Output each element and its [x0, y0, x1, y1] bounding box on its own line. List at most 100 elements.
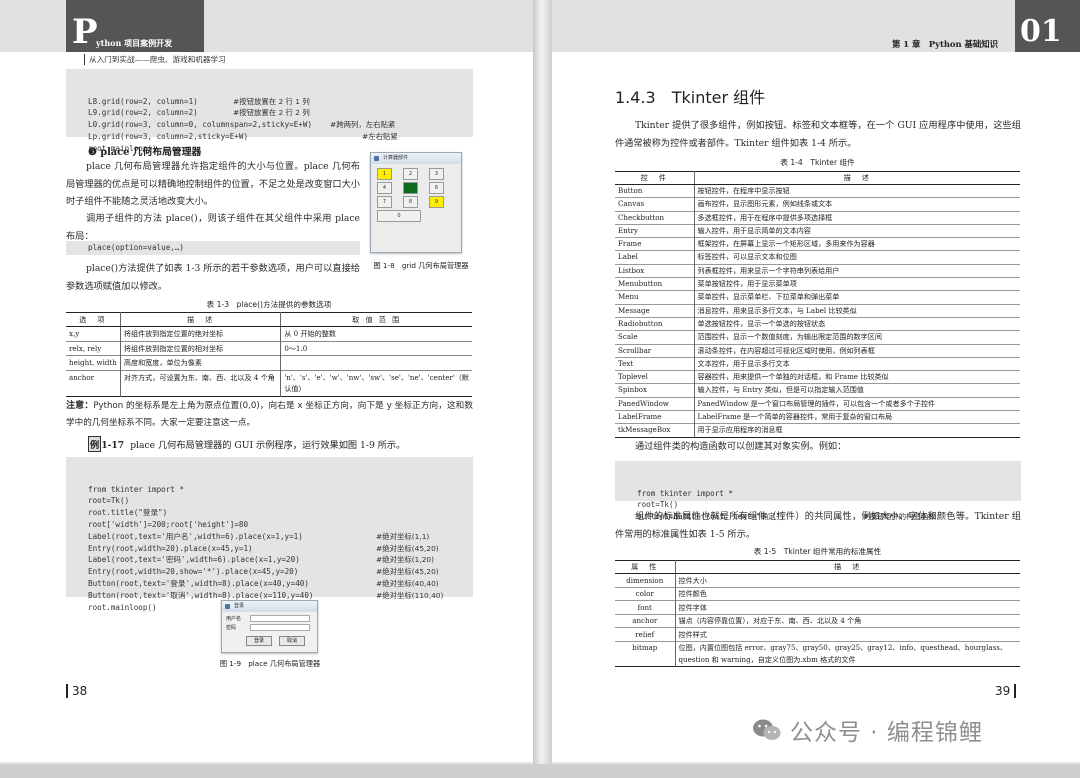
table-row: anchor 锚点（内容停靠位置），对应于东、南、西、北以及 4 个角: [615, 613, 1020, 628]
code-text: Button(root,text='登录',width=8).place(x=4…: [88, 578, 309, 588]
table-row: Scrollbar 滚动条控件，在内容超过可视化区域时使用，例如列表框: [615, 343, 1020, 358]
table-row: relief 控件样式: [615, 627, 1020, 641]
table-cell: Message: [615, 303, 694, 318]
figure-1-8-window: 计算器部件 123 456 7890: [370, 152, 462, 253]
code-comment: #绝对坐标(1,20): [376, 555, 434, 565]
table-header-cell: 描 述: [693, 171, 1020, 185]
table-cell: PanedWindow: [615, 396, 694, 411]
tkinter-intro: Tkinter 提供了很多组件，例如按钮、标签和文本框等，在一个 GUI 应用程…: [615, 120, 1021, 149]
table-cell: 对齐方式，可设置为东、南、西、北以及 4 个角: [119, 369, 281, 396]
header-subtitle: 从入门到实战——爬虫、游戏和机器学习: [84, 54, 226, 65]
grid-button-4[interactable]: 4: [377, 182, 392, 194]
login-pwd-entry[interactable]: [250, 624, 310, 631]
table-header-cell: 描 述: [119, 312, 281, 327]
code-text: Button(root,text='取消',width=8).place(x=1…: [88, 590, 314, 600]
grid-button-3[interactable]: 3: [429, 168, 444, 180]
place-options-para: place()方法提供了如表 1-3 所示的若干参数选项，用户可以直接给参数选项…: [66, 263, 360, 292]
table-row: Scale 范围控件，显示一个数值刻度，为输出限定范围的数字区间: [615, 330, 1020, 345]
table-cell: 输入控件，用于显示简单的文本内容: [693, 223, 1020, 238]
code-comment: #按钮放置在 2 行 1 列: [233, 96, 310, 106]
code-line: from tkinter import *: [88, 484, 473, 496]
login-pwd-label: 密码: [226, 625, 237, 631]
login-user-entry[interactable]: [250, 615, 310, 622]
login-button[interactable]: 登录: [246, 636, 272, 646]
note-label: 注意：: [66, 401, 94, 411]
table-row: Listbox 列表框控件，用来显示一个字符串列表给用户: [615, 263, 1020, 278]
code-comment: #绝对坐标(45,20): [376, 567, 439, 577]
table-cell: Button: [615, 183, 694, 198]
table-row: Menu 菜单控件，显示菜单栏、下拉菜单和弹出菜单: [615, 290, 1020, 305]
cancel-button[interactable]: 取消: [279, 636, 305, 646]
table-cell: Toplevel: [615, 370, 694, 384]
wechat-icon: [752, 718, 782, 742]
table-cell: Scale: [615, 330, 694, 345]
table-cell: Menubutton: [615, 277, 694, 291]
table-cell: height, width: [66, 355, 121, 370]
table-cell: Radiobutton: [615, 316, 694, 331]
table-cell: LabelFrame 是一个简单的容器控件，常用于复杂的窗口布局: [693, 410, 1020, 424]
table-row: font 控件字体: [615, 600, 1020, 614]
code-text: Label(root,text='用户名',width=6).place(x=1…: [88, 531, 303, 541]
grid-button-2[interactable]: 2: [403, 168, 418, 180]
table-cell: relx, rely: [66, 340, 121, 356]
table-cell: 锚点（内容停靠位置），对应于东、南、西、北以及 4 个角: [674, 613, 1020, 628]
grid-button-5[interactable]: 5: [403, 182, 418, 194]
code-text: root['width']=200;root['height']=80: [88, 519, 249, 529]
table-cell: LabelFrame: [615, 410, 694, 424]
table-cell: 输入控件，与 Entry 类似，但是可以指定输入范围值: [693, 383, 1020, 398]
table-row: Canvas 画布控件，显示图形元素，例如线条或文本: [615, 197, 1020, 212]
note-para: 注意：Python 的坐标系是左上角为原点位置(0,0)，向右是 x 坐标正方向…: [66, 398, 473, 432]
code-text: root=Tk(): [88, 496, 130, 506]
table-header-cell: 描 述: [674, 560, 1020, 574]
table-cell: dimension: [615, 573, 675, 587]
table-cell: 位图，内置位图包括 error、gray75、gray50、gray25、gra…: [674, 640, 1020, 666]
code-comment: #绝对坐标(45,20): [376, 543, 439, 553]
table-row: relx, rely 将组件放到指定位置的相对坐标 0～1.0: [66, 340, 472, 356]
table-cell: Listbox: [615, 263, 694, 278]
table-cell: 控件样式: [674, 627, 1020, 641]
code-line: L0.grid(row=3, column=0, columnspan=2,st…: [88, 119, 473, 131]
grid-button-0[interactable]: 0: [377, 210, 421, 222]
table-cell: 'n'、's'、'e'、'w'、'nw'、'sw'、'se'、'ne'、'cen…: [280, 369, 472, 396]
grid-button-9[interactable]: 9: [429, 196, 444, 208]
table-cell: Entry: [615, 223, 694, 238]
watermark: 公众号 · 编程锦鲤: [752, 714, 983, 746]
table-row: Text 文本控件，用于显示多行文本: [615, 356, 1020, 371]
table-row: Label 标签控件，可以显示文本和位图: [615, 250, 1020, 265]
table-1-3: 选 项描 述取 值 范 围 x,y 将组件放到指定位置的绝对坐标从 0 开始的整数…: [66, 312, 472, 397]
table-cell: 消息控件，用来显示多行文本，与 Label 比较类似: [693, 303, 1020, 318]
grid-button-1[interactable]: 1: [377, 168, 392, 180]
place-call-para: 调用子组件的方法 place()，则该子组件在其父组件中采用 place 布局：: [66, 213, 360, 242]
figure-1-9-caption: 图 1-9 place 几何布局管理器: [219, 659, 321, 668]
table-cell: Checkbutton: [615, 210, 694, 225]
book-gutter: [533, 0, 552, 778]
grid-button-7[interactable]: 7: [377, 196, 392, 208]
code-line: Entry(root,width=20).place(x=45,y=1) #绝对坐…: [88, 543, 473, 555]
code-comment: #绝对坐标(40,40): [376, 578, 439, 588]
table-cell: anchor: [615, 613, 675, 628]
table-1-5: 属 性描 述 dimension 控件大小 color 控件颜色 font 控件字体 anc…: [615, 560, 1020, 667]
table-header-cell: 属 性: [615, 560, 675, 574]
table-cell: 从 0 开始的整数: [280, 326, 472, 341]
grid-button-8[interactable]: 8: [403, 196, 418, 208]
table-header-cell: 控 件: [615, 171, 694, 185]
code-text: Entry(root,width=20).place(x=45,y=1): [88, 543, 253, 553]
code-text: Lp.grid(row=3, column=2,sticky=E+W): [88, 131, 249, 141]
place-code: place(option=value,…): [66, 241, 360, 255]
table-row: Menubutton 菜单按钮控件，用于显示菜单项: [615, 277, 1020, 291]
attributes-para: 组件的标准属性也就是所有组件（控件）的共同属性，例如大小、字体和颜色等。Tkin…: [615, 511, 1021, 540]
top-code-block: L8.grid(row=2, column=1) #按钮放置在 2 行 1 列 L9…: [66, 69, 473, 153]
table-header-cell: 取 值 范 围: [280, 312, 472, 327]
left-page-number: 38: [66, 684, 88, 698]
table-row: bitmap 位图，内置位图包括 error、gray75、gray50、gray…: [615, 640, 1020, 666]
grid-button-6[interactable]: 6: [429, 182, 444, 194]
table-cell: 控件颜色: [674, 586, 1020, 601]
table-cell: font: [615, 600, 675, 614]
table-cell: 将组件放到指定位置的相对坐标: [119, 340, 281, 356]
code-text: L8.grid(row=2, column=1): [88, 96, 198, 106]
table-cell: bitmap: [615, 640, 675, 666]
table-cell: 用于显示应用程序的消息框: [693, 423, 1020, 438]
table-1-3-caption: 表 1-3 place()方法提供的参数选项: [206, 300, 332, 309]
table-row: dimension 控件大小: [615, 573, 1020, 587]
table-cell: Label: [615, 250, 694, 265]
